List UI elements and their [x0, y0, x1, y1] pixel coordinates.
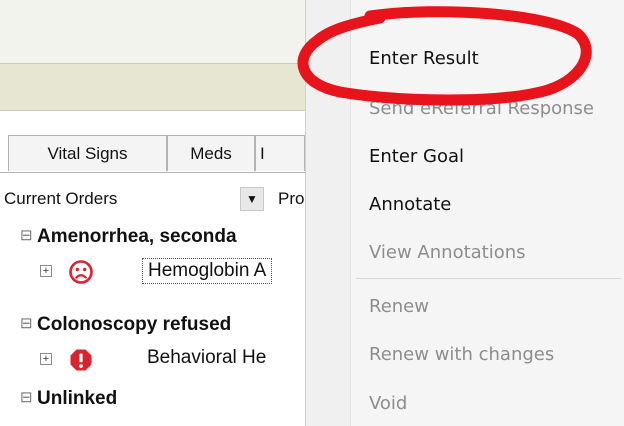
tree-group-row[interactable]: ⊟ Unlinked — [0, 384, 305, 418]
next-filter-label[interactable]: Pro — [278, 189, 304, 209]
expand-icon[interactable]: + — [40, 265, 52, 277]
alert-icon — [70, 349, 92, 371]
menu-separator — [356, 278, 621, 279]
menu-item-annotate[interactable]: Annotate — [369, 194, 451, 215]
context-menu: Enter Result Send eReferral Response Ent… — [305, 0, 624, 426]
chevron-down-icon: ▼ — [246, 192, 258, 206]
view-filter-value[interactable]: Current Orders — [4, 189, 117, 209]
collapse-icon[interactable]: ⊟ — [20, 314, 33, 332]
order-item-label[interactable]: Hemoglobin A — [142, 258, 273, 284]
tree-group-label: Colonoscopy refused — [37, 314, 232, 335]
toolbar-band — [0, 63, 305, 111]
tab-bar: Vital Signs Meds I — [0, 135, 305, 172]
tree-group-label: Unlinked — [37, 388, 118, 409]
expand-icon[interactable]: + — [40, 353, 52, 365]
tree-group-row[interactable]: ⊟ Colonoscopy refused — [0, 310, 305, 344]
orders-pane: Vital Signs Meds I Current Orders ▼ Pro … — [0, 0, 305, 426]
menu-item-void[interactable]: Void — [369, 393, 407, 414]
view-filter-dropdown-button[interactable]: ▼ — [240, 187, 264, 211]
menu-icon-gutter — [306, 0, 351, 426]
tab-vital-signs[interactable]: Vital Signs — [8, 135, 167, 171]
tree-item-row[interactable]: + Behavioral He — [0, 344, 305, 378]
menu-item-enter-result[interactable]: Enter Result — [369, 48, 479, 69]
filter-row: Current Orders ▼ Pro — [0, 185, 305, 215]
menu-item-send-ereferral-response[interactable]: Send eReferral Response — [369, 98, 594, 119]
tab-next[interactable]: I — [255, 135, 305, 171]
sad-face-icon — [69, 260, 93, 284]
tree-item-row[interactable]: + Hemoglobin A — [0, 256, 305, 290]
tree-group-row[interactable]: ⊟ Amenorrhea, seconda — [0, 222, 305, 256]
header-area — [0, 0, 305, 63]
collapse-icon[interactable]: ⊟ — [20, 388, 33, 406]
order-item-label[interactable]: Behavioral He — [142, 346, 271, 370]
menu-item-enter-goal[interactable]: Enter Goal — [369, 146, 464, 167]
menu-item-view-annotations[interactable]: View Annotations — [369, 242, 526, 263]
tab-meds[interactable]: Meds — [167, 135, 255, 171]
tab-divider — [0, 172, 305, 173]
menu-item-renew[interactable]: Renew — [369, 296, 429, 317]
collapse-icon[interactable]: ⊟ — [20, 226, 33, 244]
menu-item-renew-with-changes[interactable]: Renew with changes — [369, 344, 554, 365]
tree-group-label: Amenorrhea, seconda — [37, 226, 237, 247]
